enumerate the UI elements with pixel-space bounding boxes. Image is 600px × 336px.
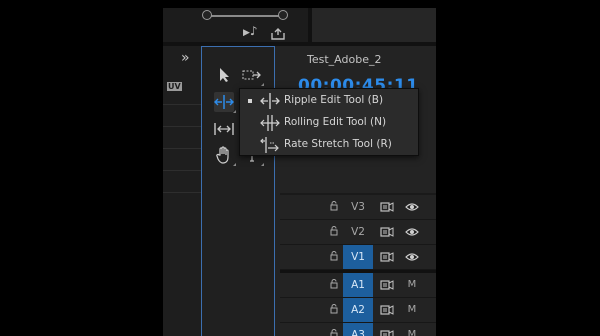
- eye-icon[interactable]: [405, 226, 419, 238]
- track-name[interactable]: A2: [343, 298, 373, 322]
- slip-icon: [214, 123, 234, 135]
- mute-button[interactable]: M: [405, 323, 419, 336]
- sync-lock-icon[interactable]: [380, 304, 394, 316]
- lock-icon[interactable]: [330, 329, 338, 336]
- list-row: [163, 104, 201, 105]
- zoom-slider-end-handle[interactable]: [278, 10, 288, 20]
- hand-tool-button[interactable]: [214, 145, 236, 166]
- mute-button[interactable]: M: [405, 298, 419, 322]
- sequence-tab-title[interactable]: Test_Adobe_2: [307, 53, 381, 66]
- menu-item-rate-stretch[interactable]: Rate Stretch Tool (R): [240, 134, 418, 156]
- track-name[interactable]: V3: [343, 195, 373, 219]
- list-row: [163, 192, 201, 193]
- lock-icon[interactable]: [330, 279, 338, 289]
- track-header-v2[interactable]: V2: [280, 220, 436, 245]
- sync-lock-icon[interactable]: [380, 279, 394, 291]
- selection-tool-button[interactable]: [214, 65, 234, 85]
- selection-arrow-icon: [220, 68, 229, 82]
- lock-icon[interactable]: [330, 251, 338, 261]
- track-select-forward-icon: [242, 70, 261, 80]
- sync-lock-icon[interactable]: [380, 329, 394, 336]
- metadata-badge-icon: UV: [167, 82, 182, 91]
- export-frame-icon[interactable]: [271, 25, 285, 40]
- ripple-edit-icon: [214, 95, 234, 109]
- track-name[interactable]: A1: [343, 273, 373, 297]
- menu-item-rolling-edit[interactable]: Rolling Edit Tool (N): [240, 112, 418, 134]
- list-row: [163, 148, 201, 149]
- slip-tool-button[interactable]: [214, 119, 234, 139]
- list-row: [163, 126, 201, 127]
- sync-lock-icon[interactable]: [380, 226, 394, 238]
- eye-icon[interactable]: [405, 201, 419, 213]
- list-row: [163, 170, 201, 171]
- sync-lock-icon[interactable]: [380, 251, 394, 263]
- tool-group-indicator: [233, 163, 236, 166]
- tool-group-indicator: [261, 163, 264, 166]
- lock-icon[interactable]: [330, 304, 338, 314]
- track-name[interactable]: V2: [343, 220, 373, 244]
- tool-group-indicator: [261, 83, 264, 86]
- ripple-edit-icon: [260, 93, 280, 109]
- tool-flyout-menu: Ripple Edit Tool (B) Rolling Edit Tool (…: [239, 88, 419, 156]
- menu-item-label: Rolling Edit Tool (N): [284, 116, 387, 128]
- menu-item-label: Rate Stretch Tool (R): [284, 138, 392, 150]
- rate-stretch-icon: [260, 137, 279, 153]
- zoom-slider-start-handle[interactable]: [202, 10, 212, 20]
- lock-icon[interactable]: [330, 226, 338, 236]
- track-header-v1[interactable]: V1: [280, 245, 436, 270]
- lock-icon[interactable]: [330, 201, 338, 211]
- audio-only-button[interactable]: ▶♪: [243, 24, 258, 38]
- rolling-edit-icon: [260, 115, 280, 131]
- track-header-a2[interactable]: A2 M: [280, 298, 436, 323]
- selected-bullet-icon: [248, 99, 252, 103]
- mute-button[interactable]: M: [405, 273, 419, 297]
- menu-item-label: Ripple Edit Tool (B): [284, 94, 384, 106]
- track-name[interactable]: V1: [343, 245, 373, 269]
- eye-icon[interactable]: [405, 251, 419, 263]
- panel-menu-chevron[interactable]: »: [181, 50, 190, 66]
- track-name[interactable]: A3: [343, 323, 373, 336]
- premiere-window: ▶♪ » UV Test_Adobe_2 00:00:45:11 V3 V2 V…: [163, 8, 436, 336]
- track-header-v3[interactable]: V3: [280, 195, 436, 220]
- program-monitor-panel: ▶♪: [163, 8, 308, 46]
- ripple-edit-tool-button[interactable]: [214, 92, 236, 113]
- track-header-a1[interactable]: A1 M: [280, 273, 436, 298]
- menu-item-ripple-edit[interactable]: Ripple Edit Tool (B): [240, 90, 418, 112]
- monitor-right-area: [312, 8, 436, 42]
- tool-group-indicator: [233, 110, 236, 113]
- project-panel: » UV: [163, 46, 201, 336]
- track-select-tool-button[interactable]: [242, 65, 264, 86]
- zoom-slider-track[interactable]: [207, 15, 283, 17]
- play-audio-icon: ▶: [243, 28, 250, 38]
- track-header-a3[interactable]: A3 M: [280, 323, 436, 336]
- sync-lock-icon[interactable]: [380, 201, 394, 213]
- hand-icon: [216, 146, 229, 164]
